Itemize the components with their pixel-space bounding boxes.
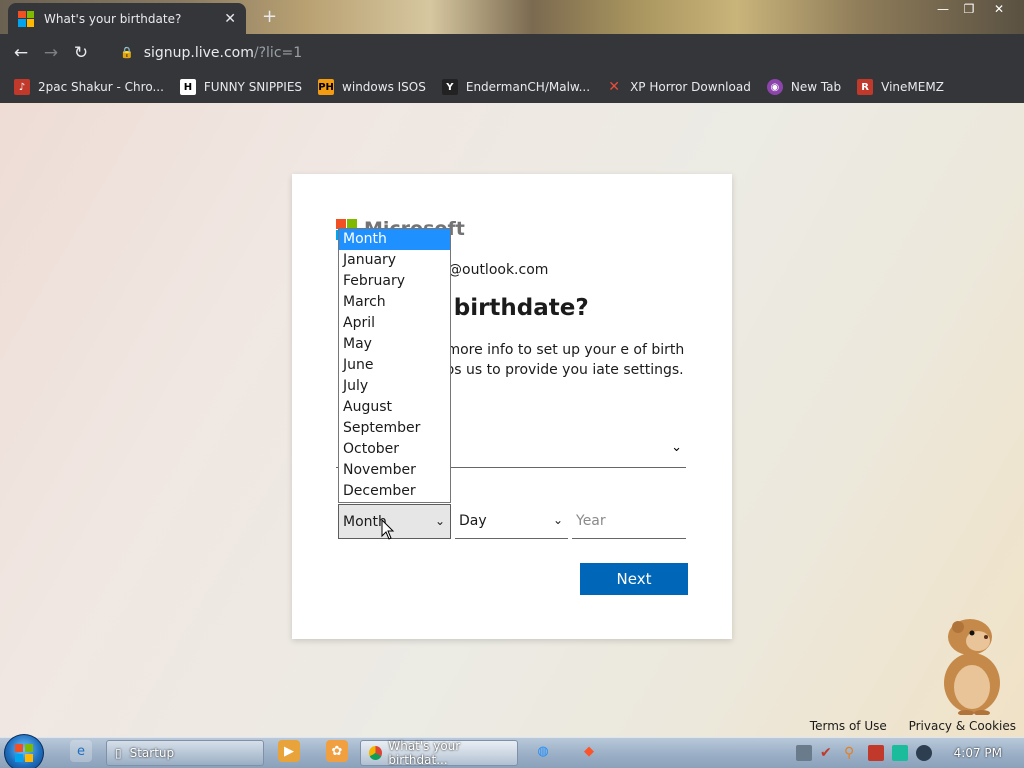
bookmark-label: 2pac Shakur - Chro... [38,80,164,94]
close-window-button[interactable]: ✕ [986,0,1012,20]
title-bar: What's your birthdate? ✕ + — ❐ ✕ [0,0,1024,34]
lock-icon: 🔒 [120,46,134,59]
month-option[interactable]: Month [339,229,450,250]
bookmark-label: windows ISOS [342,80,426,94]
privacy-cookies-link[interactable]: Privacy & Cookies [909,719,1016,733]
chrome-icon [369,746,383,760]
media-player-icon[interactable]: ▶ [278,740,300,762]
globe-icon: ◉ [766,79,783,95]
folder-icon: ▯ [115,746,122,760]
day-select[interactable]: Day ⌄ [455,504,568,539]
tray-monitor-icon[interactable] [892,745,908,761]
edge-icon[interactable]: ◍ [532,740,554,762]
bookmark-funny-snippies[interactable]: H FUNNY SNIPPIES [179,79,303,95]
chevron-down-icon: ⌄ [671,440,682,455]
ph-logo-icon: PH [318,79,335,95]
month-option[interactable]: January [339,250,450,271]
bookmark-label: New Tab [790,80,842,94]
chevron-down-icon: ⌄ [434,514,445,528]
tray-search-icon[interactable]: ⚲ [844,745,860,761]
bookmarks-bar: ♪ 2pac Shakur - Chro... H FUNNY SNIPPIES P… [0,71,1024,103]
url-path: /?lic=1 [253,44,303,61]
tab-title: What's your birthdate? [44,11,182,26]
tray-volume-icon[interactable] [916,745,932,761]
email-text: @outlook.com [448,262,549,278]
month-option[interactable]: September [339,418,450,439]
month-option[interactable]: October [339,439,450,460]
back-arrow-icon[interactable]: ← [6,43,36,63]
minimize-button[interactable]: — [930,0,956,20]
bookmark-vinememz[interactable]: R VineMEMZ [857,79,944,95]
mouse-cursor-icon [381,519,395,540]
h-logo-icon: H [179,79,196,95]
taskbar-task-chrome[interactable]: What's your birthdat... [360,739,518,767]
month-option[interactable]: August [339,397,450,418]
bookmark-label: EndermanCH/Malw... [465,80,591,94]
month-option[interactable]: December [339,481,450,502]
month-option[interactable]: February [339,271,450,292]
day-select-value: Day [459,513,487,529]
hamster-mascot-icon [944,619,1000,715]
task-label: Startup [129,746,175,760]
month-option[interactable]: June [339,355,450,376]
month-option[interactable]: November [339,460,450,481]
month-dropdown-list: Month January February March April May June Jul… [338,228,451,503]
next-button[interactable]: Next [580,563,688,595]
page-content: Microsoft @outlook.com ur birthdate? tle… [0,103,1024,737]
bookmark-xp-horror[interactable]: ✕ XP Horror Download [606,79,751,95]
year-input[interactable]: Year [572,504,686,539]
year-placeholder: Year [576,513,606,529]
microsoft-favicon-icon [18,10,34,27]
taskbar-clock: 4:07 PM [953,746,1002,760]
music-icon: ♪ [14,79,30,95]
tab-close-icon[interactable]: ✕ [224,11,236,27]
month-option[interactable]: May [339,334,450,355]
bookmark-label: XP Horror Download [630,80,751,94]
chevron-down-icon: ⌄ [552,513,563,527]
windows-logo-icon [15,744,33,762]
tray-flag-icon[interactable] [868,745,884,761]
new-tab-button[interactable]: + [262,6,277,27]
description-text: tle more info to set up your e of birth … [424,342,685,378]
forward-arrow-icon[interactable]: → [36,43,66,63]
bookmark-windows-isos[interactable]: PH windows ISOS [318,79,426,95]
month-option[interactable]: March [339,292,450,313]
month-option[interactable]: April [339,313,450,334]
month-option[interactable]: July [339,376,450,397]
bookmark-label: VineMEMZ [881,80,944,94]
x-logo-icon: ✕ [608,79,620,95]
brave-icon[interactable]: ◆ [578,740,600,762]
y-logo-icon: Y [441,79,458,95]
reload-icon[interactable]: ↻ [66,43,96,63]
bookmark-endermanch[interactable]: Y EndermanCH/Malw... [441,79,591,95]
bookmark-label: FUNNY SNIPPIES [203,80,303,94]
windows-taskbar: e ▯ Startup ▶ ✿ What's your birthdat... … [0,734,1024,768]
tray-check-icon[interactable]: ✔ [820,745,836,761]
paint-icon[interactable]: ✿ [326,740,348,762]
terms-of-use-link[interactable]: Terms of Use [810,719,887,733]
footer-links: Terms of Use Privacy & Cookies [792,719,1016,733]
browser-toolbar: ← → ↻ 🔒 signup.live.com/?lic=1 ⚿ ⇪ ☆ ✚ ▣… [0,34,1024,96]
address-bar[interactable]: 🔒 signup.live.com/?lic=1 [108,38,788,67]
url-host: signup.live.com [143,44,254,61]
internet-explorer-icon[interactable]: e [70,740,92,762]
r-logo-icon: R [857,79,874,95]
task-label: What's your birthdat... [388,739,461,767]
tray-app-icon[interactable] [796,745,812,761]
taskbar-task-startup[interactable]: ▯ Startup [106,740,264,766]
start-button[interactable] [4,734,44,768]
restore-button[interactable]: ❐ [956,0,982,20]
browser-tab[interactable]: What's your birthdate? ✕ [8,3,246,34]
bookmark-2pac[interactable]: ♪ 2pac Shakur - Chro... [14,79,164,95]
bookmark-new-tab[interactable]: ◉ New Tab [766,79,842,95]
